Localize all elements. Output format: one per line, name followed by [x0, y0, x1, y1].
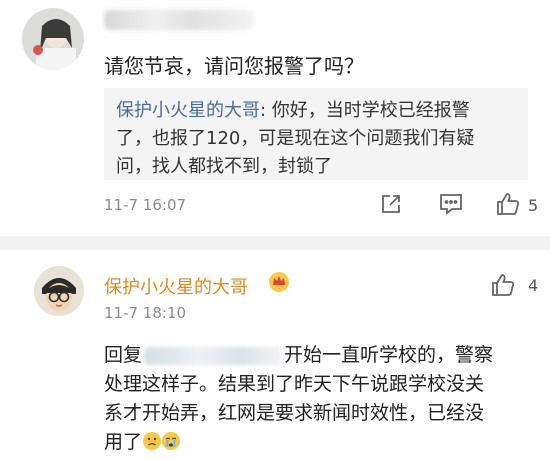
reply-quote[interactable]: 保护小火星的大哥: 你好，当时学校已经报警 了，也报了120，可是现在这个问题我… — [104, 88, 528, 180]
like-count: 4 — [528, 276, 539, 295]
reply-colon: : — [260, 100, 272, 121]
like-count: 5 — [528, 196, 539, 215]
reply-text-line: 了，也报了120，可是现在这个问题我们有疑 — [116, 128, 475, 149]
comment-body-text: 开始一直听学校的，警察 — [284, 344, 494, 366]
username-blurred[interactable] — [104, 10, 254, 30]
like-icon[interactable] — [495, 191, 521, 221]
comment-body-line: 处理这样子。结果到了昨天下午说跟学校没关 — [104, 373, 485, 395]
share-icon[interactable] — [379, 192, 403, 220]
like-icon[interactable] — [490, 272, 516, 302]
avatar[interactable] — [22, 8, 84, 70]
crown-icon — [268, 270, 290, 296]
comment-body-line: 系才开始弄，红网是要求新闻时效性，已经没 — [104, 402, 485, 424]
comment-time: 11-7 18:10 — [104, 304, 187, 322]
sad-emoji — [143, 432, 162, 450]
comment-body-text: 用了 — [104, 431, 143, 453]
reply-text-line: 你好，当时学校已经报警 — [271, 100, 470, 121]
comment-username[interactable]: 保护小火星的大哥 — [104, 273, 248, 299]
reply-prefix: 回复 — [104, 344, 143, 366]
crying-emoji — [162, 432, 181, 450]
reply-text-line: 问，找人都找不到，封锁了 — [116, 156, 332, 177]
reply-first-line: 保护小火星的大哥: 你好，当时学校已经报警 — [116, 96, 470, 122]
comment-body-line: 用了 — [104, 427, 181, 454]
comment-body: 请您节哀，请问您报警了吗？ — [104, 54, 364, 78]
mention-blurred[interactable] — [144, 346, 283, 365]
comment-icon[interactable] — [438, 192, 464, 220]
reply-author-link[interactable]: 保护小火星的大哥 — [116, 100, 260, 121]
divider — [0, 236, 550, 250]
avatar[interactable] — [34, 266, 84, 316]
comment-time: 11-7 16:07 — [104, 196, 187, 214]
comment-body-line: 回复 开始一直听学校的，警察 — [104, 340, 493, 367]
